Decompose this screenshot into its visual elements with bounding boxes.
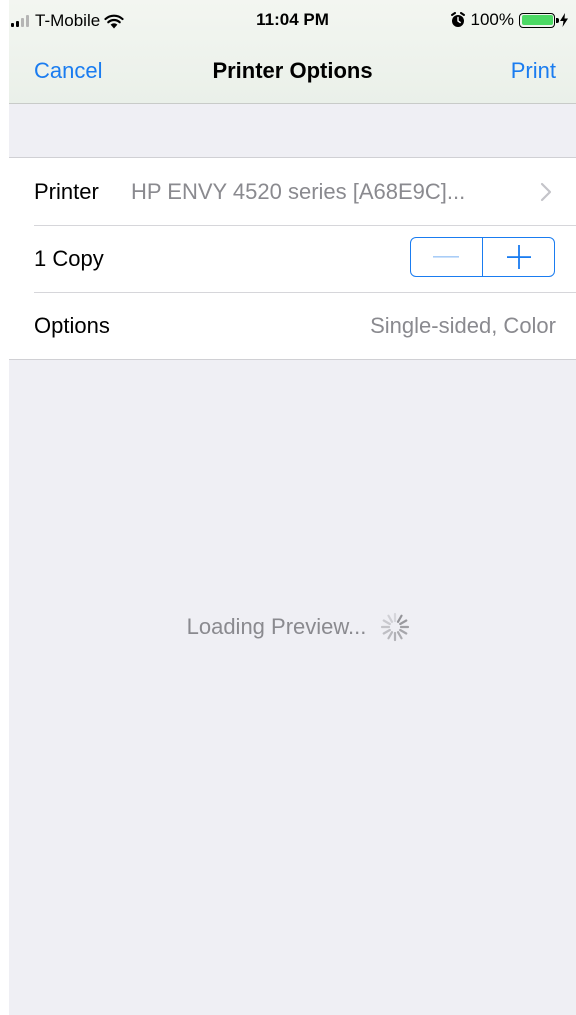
printer-value: HP ENVY 4520 series [A68E9C]... [131,179,466,204]
spinner-spoke [397,614,403,623]
status-right: 100% [450,10,568,30]
alarm-icon [450,12,465,27]
printer-row[interactable]: Printer HP ENVY 4520 series [A68E9C]... [9,158,576,225]
spinner-spoke [387,614,394,623]
spinner-icon [381,612,410,642]
options-value: Single-sided, Color [370,313,556,338]
increment-button[interactable] [483,238,554,276]
nav-bar: Cancel Printer Options Print [9,40,576,102]
spinner-spoke [387,631,394,640]
loading-preview: Loading Preview... [9,612,576,642]
spinner-spoke [399,619,408,626]
printer-label: Printer [34,179,99,204]
options-label: Options [34,313,110,338]
battery-icon [519,12,559,28]
copies-stepper [410,237,555,277]
decrement-button[interactable] [411,238,482,276]
settings-list: Printer HP ENVY 4520 series [A68E9C]... … [9,157,576,360]
printer-options-screen: T-Mobile 11:04 PM 100% Cancel Printer Op… [9,0,576,1015]
chevron-right-icon [540,182,552,202]
spinner-spoke [383,628,392,635]
spinner-spoke [399,628,408,635]
spinner-spoke [383,619,392,626]
loading-text: Loading Preview... [186,614,367,639]
copies-label: 1 Copy [34,246,104,271]
page-title: Printer Options [212,58,373,83]
status-bar: T-Mobile 11:04 PM 100% [9,0,576,40]
header: T-Mobile 11:04 PM 100% Cancel Printer Op… [9,0,576,104]
plus-icon [506,245,531,269]
spinner-spoke [397,631,403,640]
charging-icon [560,13,568,27]
battery-percent: 100% [470,10,514,29]
print-button[interactable]: Print [511,58,556,84]
minus-icon [433,256,460,258]
battery-fill [521,15,553,25]
options-row[interactable]: Options Single-sided, Color [9,292,576,359]
copies-row: 1 Copy [9,225,576,292]
